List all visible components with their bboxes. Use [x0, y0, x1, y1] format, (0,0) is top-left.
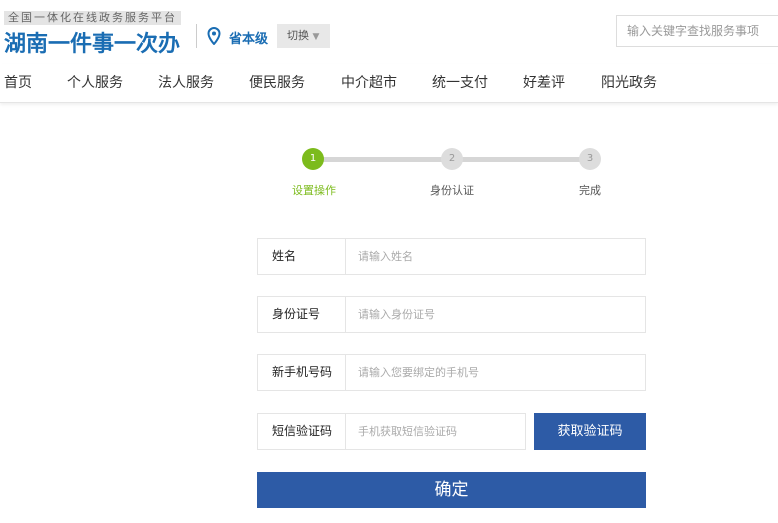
nav-sunshine[interactable]: 阳光政务	[601, 72, 657, 92]
step-1: 1	[302, 148, 324, 170]
nav-review[interactable]: 好差评	[523, 72, 565, 92]
main-nav: 首页 个人服务 法人服务 便民服务 中介超市 统一支付 好差评 阳光政务	[0, 64, 778, 103]
platform-subtitle: 全国一体化在线政务服务平台	[4, 11, 181, 25]
name-input[interactable]: 请输入姓名	[358, 239, 413, 274]
phone-input[interactable]: 请输入您要绑定的手机号	[358, 355, 479, 390]
id-input[interactable]: 请输入身份证号	[358, 297, 435, 332]
step-2: 2	[441, 148, 463, 170]
nav-personal[interactable]: 个人服务	[67, 72, 123, 92]
step-1-label: 设置操作	[292, 184, 336, 197]
switch-label: 切换	[287, 29, 309, 42]
id-label: 身份证号	[258, 297, 346, 332]
phone-row: 新手机号码 请输入您要绑定的手机号	[257, 354, 646, 391]
step-connector	[322, 157, 442, 162]
logo[interactable]: 湖南一件事一次办	[4, 26, 180, 58]
search-input[interactable]: 输入关键字查找服务事项	[616, 15, 778, 47]
submit-button[interactable]: 确定	[257, 472, 646, 508]
nav-legal[interactable]: 法人服务	[158, 72, 214, 92]
step-3-label: 完成	[579, 184, 601, 197]
caret-down-icon: ▼	[312, 32, 320, 42]
nav-convenience[interactable]: 便民服务	[249, 72, 305, 92]
code-label: 短信验证码	[258, 414, 346, 449]
name-label: 姓名	[258, 239, 346, 274]
step-2-label: 身份认证	[430, 184, 474, 197]
nav-payment[interactable]: 统一支付	[432, 72, 488, 92]
code-input[interactable]: 手机获取短信验证码	[358, 414, 457, 449]
nav-agency[interactable]: 中介超市	[341, 72, 397, 92]
switch-region-button[interactable]: 切换 ▼	[277, 24, 330, 48]
region-level: 省本级	[229, 32, 269, 47]
code-row: 短信验证码 手机获取短信验证码	[257, 413, 526, 450]
location-pin-icon	[207, 27, 221, 45]
phone-label: 新手机号码	[258, 355, 346, 390]
step-connector	[462, 157, 580, 162]
step-3: 3	[579, 148, 601, 170]
id-row: 身份证号 请输入身份证号	[257, 296, 646, 333]
divider	[196, 24, 197, 48]
name-row: 姓名 请输入姓名	[257, 238, 646, 275]
get-code-button[interactable]: 获取验证码	[534, 413, 646, 450]
nav-home[interactable]: 首页	[4, 72, 32, 92]
